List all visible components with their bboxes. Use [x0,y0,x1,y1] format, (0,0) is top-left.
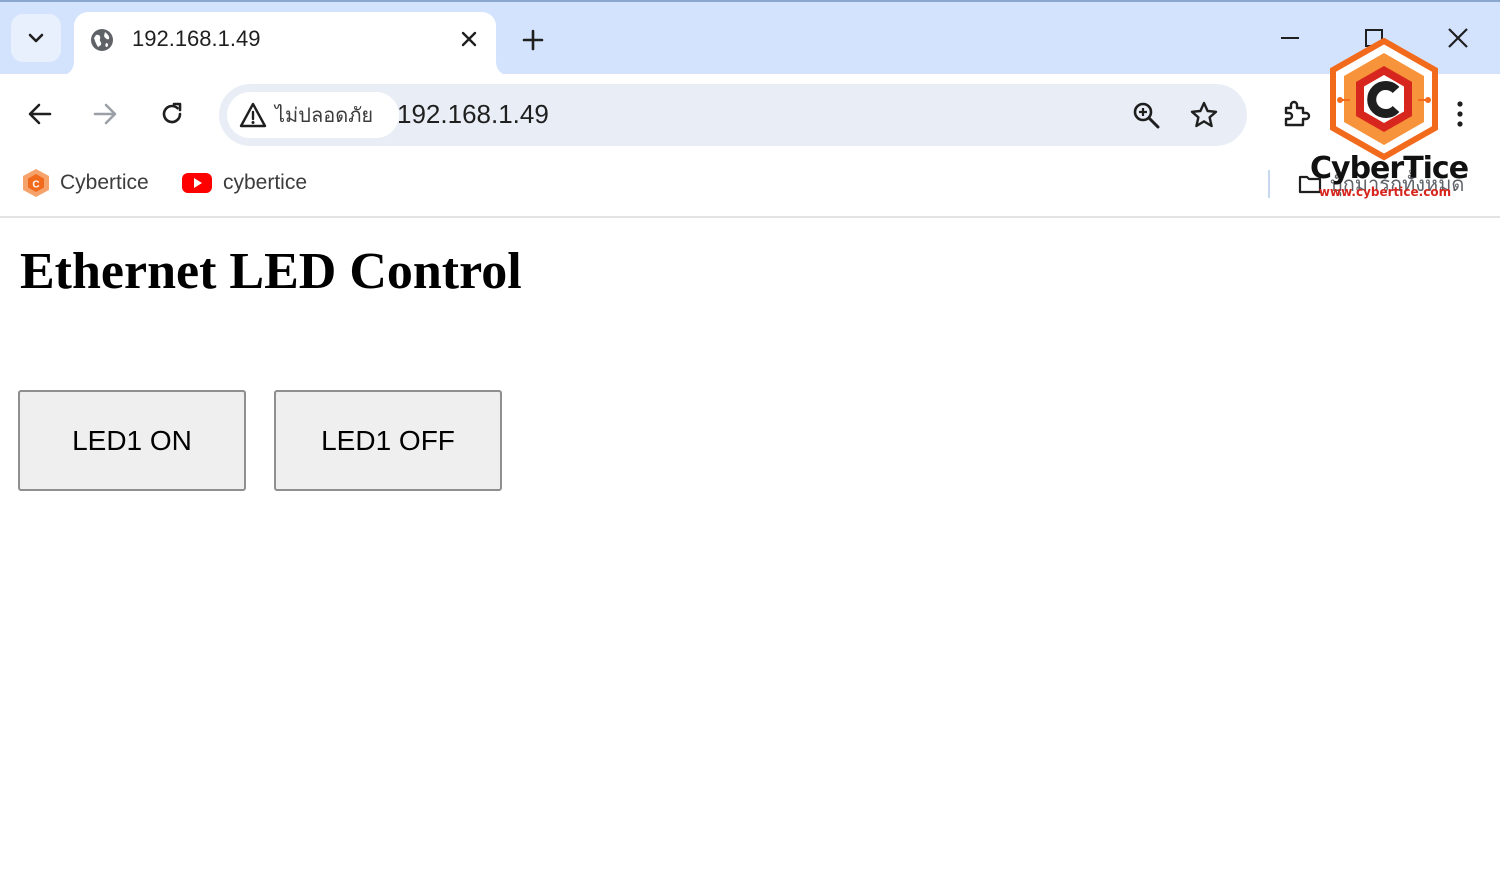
bookmarks-divider [1268,170,1270,198]
bookmarks-bar: C Cybertice cybertice บุ๊กมาร์กทั้งหมด [0,156,1500,218]
page-title: Ethernet LED Control [20,243,522,300]
extensions-button[interactable] [1276,94,1316,134]
web-page: Ethernet LED Control LED1 ON LED1 OFF [0,220,1500,879]
tab-search-button[interactable] [11,14,61,62]
url-text[interactable]: 192.168.1.49 [397,99,549,130]
reload-icon [162,102,182,124]
led1-off-button[interactable]: LED1 OFF [274,390,502,491]
close-window-button[interactable] [1436,16,1480,60]
star-icon [1190,101,1218,128]
browser-toolbar: ไม่ปลอดภัย 192.168.1.49 [0,74,1500,156]
more-vertical-icon [1457,101,1463,127]
back-button[interactable] [20,94,60,134]
tab-close-button[interactable] [454,24,484,54]
all-bookmarks-button[interactable]: บุ๊กมาร์กทั้งหมด [1298,168,1464,200]
folder-icon [1298,175,1322,194]
close-icon [1448,28,1468,48]
browser-menu-button[interactable] [1440,94,1480,134]
minimize-icon [1281,37,1299,39]
youtube-icon [182,173,212,193]
bookmark-cybertice[interactable]: C Cybertice [22,168,149,198]
maximize-button[interactable] [1352,16,1396,60]
security-label: ไม่ปลอดภัย [275,105,374,127]
bookmark-label: cybertice [223,171,308,194]
zoom-in-icon [1133,102,1160,129]
browser-tab[interactable]: 192.168.1.49 [74,12,496,76]
tab-title: 192.168.1.49 [132,26,261,51]
minimize-button[interactable] [1268,16,1312,60]
security-chip[interactable]: ไม่ปลอดภัย [227,92,399,138]
arrow-right-icon [93,103,117,125]
new-tab-button[interactable] [515,22,551,58]
svg-text:C: C [32,180,39,191]
cybertice-favicon-icon: C [23,169,49,197]
chevron-down-icon [28,33,44,43]
maximize-icon [1365,29,1383,47]
arrow-left-icon [28,103,52,125]
zoom-button[interactable] [1127,96,1165,134]
globe-icon [91,29,113,51]
all-bookmarks-label: บุ๊กมาร์กทั้งหมด [1330,174,1465,196]
led1-on-button[interactable]: LED1 ON [18,390,246,491]
warning-icon [239,102,267,128]
bookmark-label: Cybertice [60,171,149,194]
close-icon [461,31,477,47]
tab-strip: 192.168.1.49 [0,0,1500,76]
address-bar[interactable]: ไม่ปลอดภัย 192.168.1.49 [219,84,1247,146]
bookmark-star-button[interactable] [1185,96,1223,134]
plus-icon [522,29,544,51]
reload-button[interactable] [152,94,192,134]
forward-button[interactable] [85,94,125,134]
puzzle-icon [1284,100,1311,127]
bookmark-youtube-cybertice[interactable]: cybertice [181,168,307,198]
